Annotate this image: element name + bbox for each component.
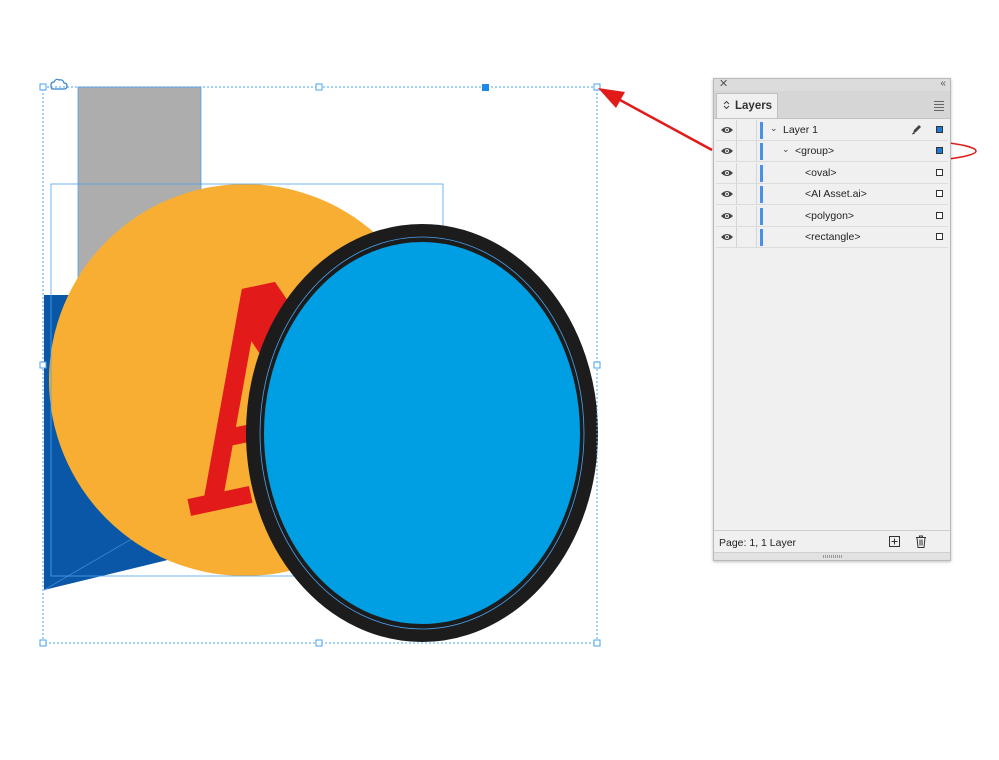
annotation-arrow bbox=[619, 98, 713, 152]
eye-icon[interactable] bbox=[720, 231, 734, 243]
selection-indicator[interactable] bbox=[936, 126, 943, 133]
layer-name[interactable]: <AI Asset.ai> bbox=[805, 188, 867, 200]
handle-top-middle[interactable] bbox=[315, 83, 323, 91]
selection-indicator[interactable] bbox=[936, 233, 943, 240]
column-separator bbox=[736, 227, 737, 247]
new-layer-icon[interactable] bbox=[889, 536, 900, 547]
eye-icon[interactable] bbox=[720, 210, 734, 222]
column-separator bbox=[756, 141, 757, 161]
column-separator bbox=[756, 184, 757, 204]
column-separator bbox=[756, 163, 757, 183]
chevron-down-icon[interactable]: ⌄ bbox=[782, 144, 790, 155]
handle-middle-right[interactable] bbox=[593, 361, 601, 369]
column-separator bbox=[736, 163, 737, 183]
panel-menu-icon[interactable] bbox=[934, 101, 944, 113]
selection-indicator[interactable] bbox=[936, 190, 943, 197]
handle-top-left[interactable] bbox=[39, 83, 47, 91]
eye-icon[interactable] bbox=[720, 145, 734, 157]
layer-name[interactable]: Layer 1 bbox=[783, 124, 818, 136]
layer-name[interactable]: <polygon> bbox=[805, 210, 854, 222]
column-separator bbox=[756, 120, 757, 140]
column-separator bbox=[736, 120, 737, 140]
layer-row[interactable]: <polygon> bbox=[716, 206, 948, 227]
layer-row[interactable]: ⌄ Layer 1 bbox=[716, 120, 948, 141]
page-layer-count: Page: 1, 1 Layer bbox=[719, 537, 797, 549]
layer-color-bar bbox=[760, 165, 763, 182]
column-separator bbox=[736, 141, 737, 161]
selection-indicator[interactable] bbox=[936, 147, 943, 154]
eye-icon[interactable] bbox=[720, 188, 734, 200]
tab-arrows-icon[interactable] bbox=[723, 100, 730, 112]
layer-row[interactable]: <AI Asset.ai> bbox=[716, 184, 948, 205]
layer-name[interactable]: <oval> bbox=[805, 167, 837, 179]
selection-indicator[interactable] bbox=[936, 169, 943, 176]
annotation-arrowhead bbox=[598, 88, 625, 108]
column-separator bbox=[756, 227, 757, 247]
blue-ellipse[interactable] bbox=[246, 224, 598, 642]
layer-name[interactable]: <group> bbox=[795, 145, 834, 157]
layer-color-bar bbox=[760, 143, 763, 160]
panel-tabbar: Layers bbox=[714, 91, 950, 119]
handle-bottom-right[interactable] bbox=[593, 639, 601, 647]
layers-panel: ✕ ‹‹ Layers ⌄ Layer 1 ⌄ <group> <oval> <AI As… bbox=[713, 78, 951, 561]
column-separator bbox=[756, 206, 757, 226]
pen-icon bbox=[911, 125, 921, 135]
panel-resize-grip[interactable] bbox=[714, 552, 950, 560]
layer-name[interactable]: <rectangle> bbox=[805, 231, 860, 243]
cloud-icon bbox=[50, 78, 68, 90]
layer-row[interactable]: <oval> bbox=[716, 163, 948, 184]
handle-bottom-left[interactable] bbox=[39, 639, 47, 647]
column-separator bbox=[736, 206, 737, 226]
tab-label: Layers bbox=[735, 100, 773, 112]
tab-layers[interactable]: Layers bbox=[716, 93, 778, 118]
selection-indicator[interactable] bbox=[936, 212, 943, 219]
eye-icon[interactable] bbox=[720, 167, 734, 179]
collapse-panel-icon[interactable]: ‹‹ bbox=[940, 77, 946, 91]
close-icon[interactable]: ✕ bbox=[719, 77, 728, 91]
handle-middle-left[interactable] bbox=[39, 361, 47, 369]
chevron-down-icon[interactable]: ⌄ bbox=[770, 123, 778, 134]
column-separator bbox=[736, 184, 737, 204]
handle-bottom-middle[interactable] bbox=[315, 639, 323, 647]
layer-color-bar bbox=[760, 208, 763, 225]
layer-row[interactable]: ⌄ <group> bbox=[716, 141, 948, 162]
eye-icon[interactable] bbox=[720, 124, 734, 136]
trash-icon[interactable] bbox=[915, 535, 927, 548]
layer-color-bar bbox=[760, 229, 763, 246]
layer-row[interactable]: <rectangle> bbox=[716, 227, 948, 248]
content-grabber-handle[interactable] bbox=[482, 84, 489, 91]
layer-color-bar bbox=[760, 122, 763, 139]
layer-color-bar bbox=[760, 186, 763, 203]
